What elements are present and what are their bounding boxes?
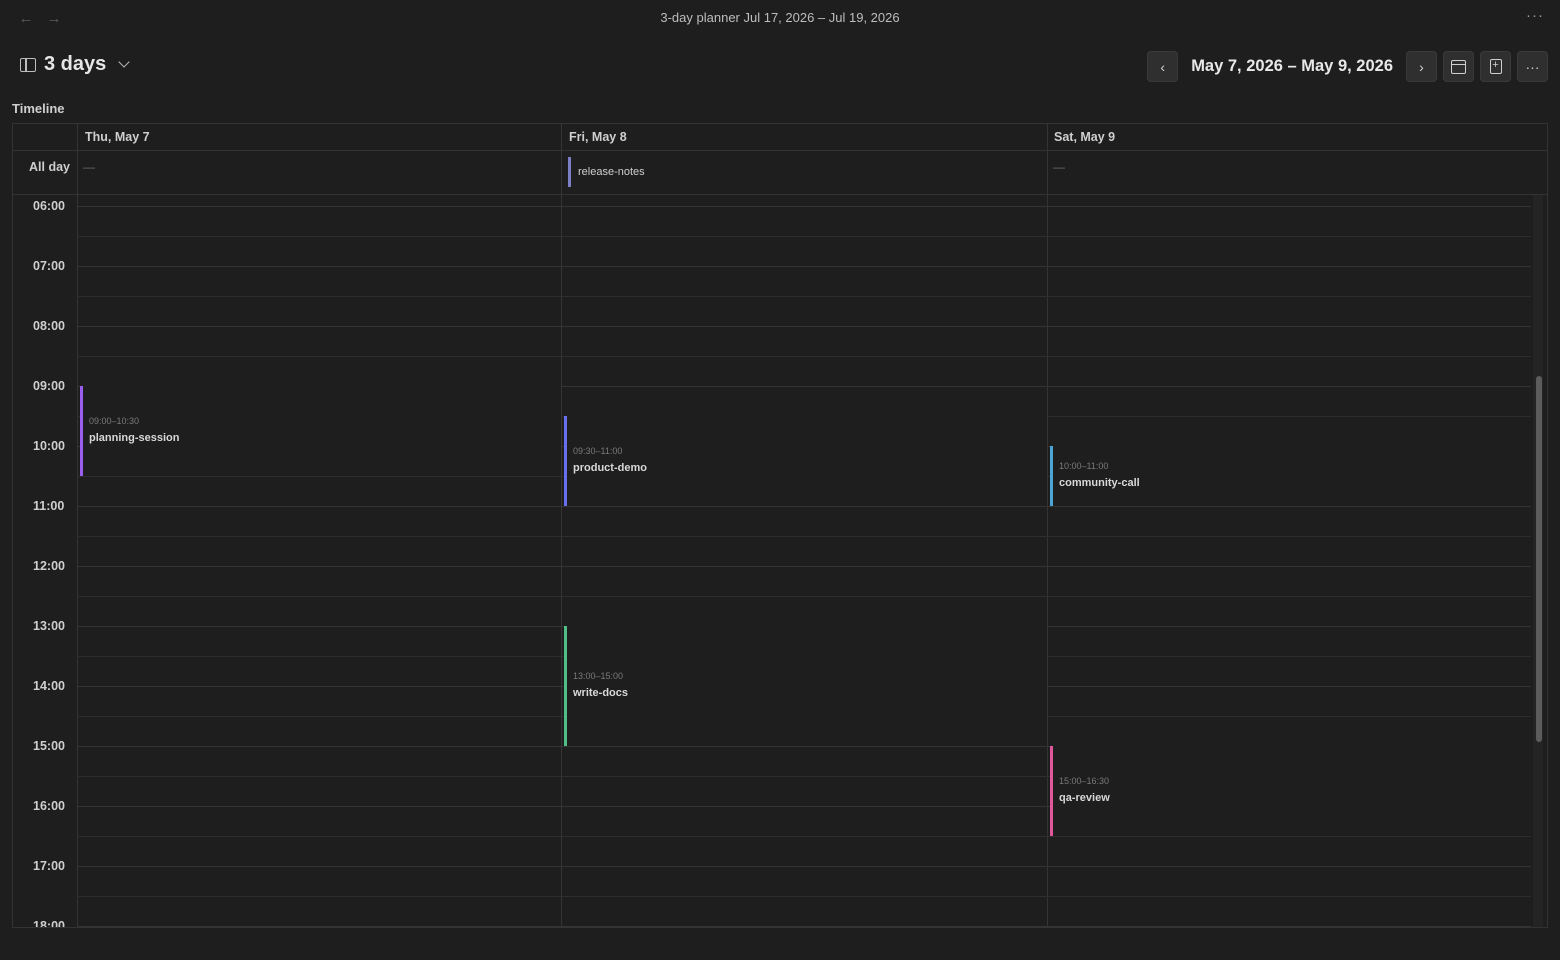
ellipsis-icon: ··· — [1525, 58, 1540, 75]
window-title: 3-day planner Jul 17, 2026 – Jul 19, 202… — [660, 10, 900, 25]
day-header: Fri, May 8 — [569, 130, 627, 144]
half-hour-gridline — [77, 236, 1531, 237]
half-hour-gridline — [77, 896, 1531, 897]
allday-event[interactable]: release-notes — [568, 157, 645, 187]
view-switcher[interactable]: 3 days — [20, 53, 130, 76]
hour-label: 18:00 — [33, 919, 65, 928]
hour-gridline — [77, 206, 1531, 207]
half-hour-gridline — [77, 596, 1531, 597]
event-title: product-demo — [573, 462, 647, 474]
allday-label: All day — [29, 160, 70, 174]
event-title: qa-review — [1059, 792, 1110, 804]
event-block[interactable]: 09:00–10:30 planning-session — [80, 386, 561, 476]
timeline: Thu, May 7 Fri, May 8 Sat, May 9 All day… — [12, 123, 1548, 928]
event-block[interactable]: 15:00–16:30 qa-review — [1050, 746, 1533, 836]
sidebar-toggle-icon[interactable] — [20, 57, 36, 72]
calendar-icon — [1451, 59, 1466, 74]
hour-label: 09:00 — [33, 379, 65, 393]
day-header: Sat, May 9 — [1054, 130, 1116, 144]
day-header-row: Thu, May 7 Fri, May 8 Sat, May 9 — [13, 124, 1547, 151]
hour-gridline — [77, 326, 1531, 327]
event-title: community-call — [1059, 477, 1140, 489]
view-title: 3 days — [44, 53, 107, 75]
scrollbar[interactable] — [1533, 195, 1543, 927]
half-hour-gridline — [77, 536, 1531, 537]
hour-gridline — [77, 566, 1531, 567]
half-hour-gridline — [77, 836, 1531, 837]
prev-range-button[interactable]: ‹ — [1147, 51, 1179, 82]
hour-label: 13:00 — [33, 619, 65, 633]
event-time: 10:00–11:00 — [1059, 461, 1109, 471]
hour-label: 17:00 — [33, 859, 65, 873]
section-label: Timeline — [12, 101, 65, 116]
chevron-down-icon[interactable] — [118, 56, 130, 68]
hour-label: 16:00 — [33, 799, 65, 813]
file-plus-icon: + — [1489, 59, 1502, 74]
more-options-button[interactable]: ··· — [1517, 51, 1548, 82]
event-time: 09:00–10:30 — [89, 416, 140, 426]
hour-label: 14:00 — [33, 679, 65, 693]
new-note-button[interactable]: + — [1480, 51, 1511, 82]
ellipsis-icon[interactable]: ··· — [1526, 7, 1544, 24]
chevron-right-icon: › — [1419, 58, 1424, 75]
event-title: write-docs — [573, 687, 629, 699]
event-title: planning-session — [89, 432, 180, 444]
chevron-left-icon: ‹ — [1160, 58, 1166, 75]
hour-label: 06:00 — [33, 199, 65, 213]
hour-gridline — [77, 866, 1531, 867]
hour-label: 11:00 — [33, 499, 65, 513]
hour-label: 07:00 — [33, 259, 65, 273]
event-block[interactable]: 09:30–11:00 product-demo — [564, 416, 1047, 506]
event-block[interactable]: 10:00–11:00 community-call — [1050, 446, 1533, 506]
hour-label: 10:00 — [33, 439, 65, 453]
scrollbar-thumb[interactable] — [1536, 376, 1542, 742]
date-range: May 7, 2026 – May 9, 2026 — [1191, 57, 1393, 75]
half-hour-gridline — [77, 356, 1531, 357]
event-time: 09:30–11:00 — [573, 446, 623, 456]
toolbar: ‹ May 7, 2026 – May 9, 2026 › + ··· — [1147, 51, 1548, 82]
allday-empty: — — [1053, 160, 1065, 174]
hour-gridline — [77, 266, 1531, 267]
hour-label: 15:00 — [33, 739, 65, 753]
hour-gridline — [77, 926, 1531, 927]
event-block[interactable]: 13:00–15:00 write-docs — [564, 626, 1047, 746]
time-grid[interactable]: 06:00 07:00 08:00 09:00 10:00 11:00 12:00 13:00… — [13, 195, 1533, 928]
hour-label: 12:00 — [33, 559, 65, 573]
allday-empty: — — [83, 160, 95, 174]
event-time: 13:00–15:00 — [573, 671, 624, 681]
event-time: 15:00–16:30 — [1059, 776, 1110, 786]
calendar-button[interactable] — [1443, 51, 1474, 82]
titlebar: ← → 3-day planner Jul 17, 2026 – Jul 19,… — [0, 0, 1560, 38]
hour-label: 08:00 — [33, 319, 65, 333]
half-hour-gridline — [77, 296, 1531, 297]
hour-gridline — [77, 506, 1531, 507]
allday-row: All day — release-notes — — [13, 151, 1547, 195]
next-range-button[interactable]: › — [1406, 51, 1437, 82]
day-header: Thu, May 7 — [85, 130, 150, 144]
